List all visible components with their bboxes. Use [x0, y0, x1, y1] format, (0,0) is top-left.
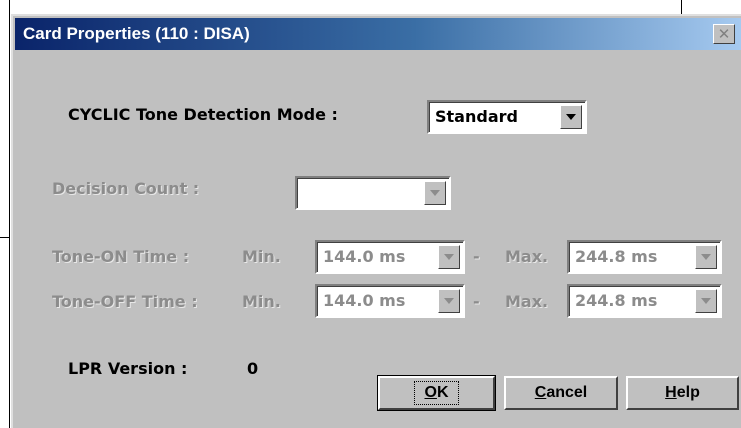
- tone-mode-select[interactable]: Standard: [427, 100, 587, 134]
- card-properties-dialog: Card Properties (110 : DISA) ✕ CYCLIC To…: [11, 14, 741, 428]
- tone-off-max-select[interactable]: 244.8 ms: [567, 284, 722, 318]
- lpr-version-value: 0: [247, 359, 259, 378]
- help-button-label: Help: [657, 383, 708, 403]
- tone-off-max-label: Max.: [505, 292, 549, 311]
- cancel-button-label: Cancel: [527, 383, 595, 403]
- help-label-rest: elp: [676, 384, 700, 401]
- tone-on-min-select[interactable]: 144.0 ms: [315, 240, 465, 274]
- chevron-down-icon[interactable]: [560, 105, 582, 129]
- parent-window-divider: [0, 237, 10, 238]
- tone-off-min-label: Min.: [242, 292, 281, 311]
- help-mnemonic: H: [665, 384, 677, 401]
- tone-on-max-select[interactable]: 244.8 ms: [567, 240, 722, 274]
- tone-off-label: Tone-OFF Time :: [52, 292, 198, 311]
- parent-window-edge: [9, 0, 10, 428]
- tone-on-dash: -: [473, 247, 480, 266]
- ok-label-rest: K: [436, 384, 449, 401]
- tone-on-label: Tone-ON Time :: [52, 247, 190, 266]
- tone-off-max-value: 244.8 ms: [575, 291, 658, 310]
- dialog-title: Card Properties (110 : DISA): [23, 24, 250, 43]
- cancel-label-rest: ancel: [546, 384, 588, 401]
- tone-on-max-value: 244.8 ms: [575, 247, 658, 266]
- chevron-down-icon[interactable]: [438, 245, 460, 269]
- tone-mode-label: CYCLIC Tone Detection Mode :: [68, 105, 338, 124]
- ok-button[interactable]: OK: [377, 375, 496, 411]
- title-bar[interactable]: Card Properties (110 : DISA) ✕: [15, 18, 741, 50]
- chevron-down-icon[interactable]: [695, 289, 717, 313]
- tone-mode-value: Standard: [435, 107, 518, 126]
- chevron-down-icon[interactable]: [695, 245, 717, 269]
- decision-count-label: Decision Count :: [52, 179, 200, 198]
- cancel-mnemonic: C: [534, 384, 547, 401]
- tone-on-max-label: Max.: [505, 247, 549, 266]
- chevron-down-icon[interactable]: [424, 181, 446, 205]
- close-icon: ✕: [717, 24, 731, 43]
- lpr-version-label: LPR Version :: [68, 359, 188, 378]
- chevron-down-icon[interactable]: [438, 289, 460, 313]
- ok-button-label: OK: [414, 381, 459, 405]
- close-button[interactable]: ✕: [713, 24, 735, 44]
- tone-off-dash: -: [473, 292, 480, 311]
- help-button[interactable]: Help: [626, 376, 739, 410]
- tone-on-min-value: 144.0 ms: [323, 247, 406, 266]
- tone-off-min-value: 144.0 ms: [323, 291, 406, 310]
- decision-count-select[interactable]: [295, 176, 451, 210]
- cancel-button[interactable]: Cancel: [504, 376, 618, 410]
- tone-on-min-label: Min.: [242, 247, 281, 266]
- tone-off-min-select[interactable]: 144.0 ms: [315, 284, 465, 318]
- ok-mnemonic: O: [424, 384, 437, 401]
